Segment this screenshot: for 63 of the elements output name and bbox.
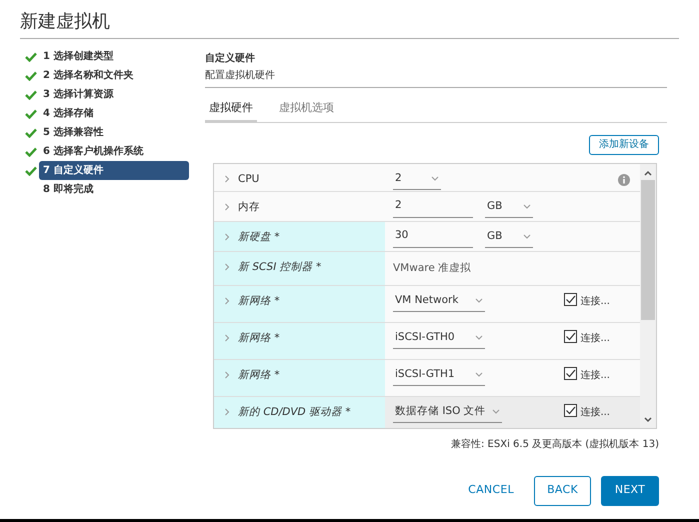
dropdown[interactable]: iSCSI-GTH1: [393, 366, 485, 386]
unit-dropdown[interactable]: GB: [485, 228, 533, 248]
input-field[interactable]: 2: [393, 198, 473, 218]
wizard-step[interactable]: 6 选择客户机操作系统: [39, 142, 189, 161]
checkbox[interactable]: [564, 330, 578, 342]
scroll-down-icon[interactable]: [643, 416, 653, 424]
section-subtitle: 配置虚拟机硬件: [205, 68, 667, 88]
checkbox-label: 连接...: [580, 294, 610, 308]
dropdown[interactable]: iSCSI-GTH0: [393, 328, 485, 348]
input-field[interactable]: 30: [393, 228, 473, 248]
window-title: 新建虚拟机: [20, 10, 679, 39]
chevron-right-icon: [224, 334, 230, 342]
wizard-step[interactable]: 3 选择计算资源: [39, 85, 189, 104]
value-text: VMware 准虚拟: [393, 260, 472, 276]
scroll-thumb[interactable]: [641, 180, 655, 320]
caret-icon: [492, 409, 500, 415]
hardware-label: 新的 CD/DVD 驱动器 *: [238, 404, 351, 420]
caret-icon: [523, 234, 531, 240]
wizard-step[interactable]: 8 即将完成: [39, 180, 189, 199]
dialog-button[interactable]: NEXT: [601, 476, 659, 506]
wizard-step[interactable]: 2 选择名称和文件夹: [39, 66, 189, 85]
chevron-right-icon: [224, 262, 230, 270]
add-device-button[interactable]: 添加新设备: [589, 134, 659, 154]
chevron-right-icon: [224, 202, 230, 210]
hardware-label: 新 SCSI 控制器 *: [238, 260, 322, 274]
compatibility-text: 兼容性: ESXi 6.5 及更高版本 (虚拟机版本 13): [450, 438, 660, 452]
hardware-label: 内存: [238, 200, 260, 214]
checkbox-label: 连接...: [580, 368, 610, 382]
hardware-label: CPU: [238, 172, 260, 186]
wizard-step[interactable]: 5 选择兼容性: [39, 123, 189, 142]
hardware-label: 新网络 *: [238, 330, 280, 346]
dropdown[interactable]: 数据存储 ISO 文件: [393, 402, 502, 422]
checkbox[interactable]: [564, 404, 578, 416]
tab[interactable]: 虚拟机选项: [275, 100, 338, 122]
caret-icon: [431, 176, 439, 182]
hardware-label: 新网络 *: [238, 294, 280, 308]
unit-dropdown[interactable]: GB: [485, 198, 533, 218]
tab[interactable]: 虚拟硬件: [205, 100, 257, 122]
dropdown[interactable]: VM Network: [393, 292, 485, 312]
checkbox[interactable]: [564, 292, 578, 306]
wizard-step[interactable]: 7 自定义硬件: [39, 161, 189, 180]
checkbox-label: 连接...: [580, 332, 610, 346]
chevron-right-icon: [224, 174, 230, 182]
wizard-step[interactable]: 4 选择存储: [39, 104, 189, 123]
chevron-right-icon: [224, 232, 230, 240]
checkbox-label: 连接...: [580, 406, 610, 420]
scrollbar[interactable]: [640, 164, 656, 428]
caret-icon: [475, 298, 483, 304]
chevron-right-icon: [224, 296, 230, 304]
checkbox[interactable]: [564, 366, 578, 380]
caret-icon: [523, 204, 531, 210]
hardware-label: 新网络 *: [238, 368, 280, 382]
chevron-right-icon: [224, 370, 230, 378]
dialog-button[interactable]: CANCEL: [458, 476, 524, 506]
caret-icon: [475, 335, 483, 341]
dropdown[interactable]: 2: [393, 170, 441, 190]
hardware-label: 新硬盘 *: [238, 230, 280, 244]
scroll-up-icon[interactable]: [643, 168, 653, 176]
caret-icon: [475, 372, 483, 378]
section-title: 自定义硬件: [205, 51, 256, 66]
dialog-button[interactable]: BACK: [534, 476, 591, 506]
wizard-step[interactable]: 1 选择创建类型: [39, 47, 189, 66]
chevron-right-icon: [224, 408, 230, 416]
